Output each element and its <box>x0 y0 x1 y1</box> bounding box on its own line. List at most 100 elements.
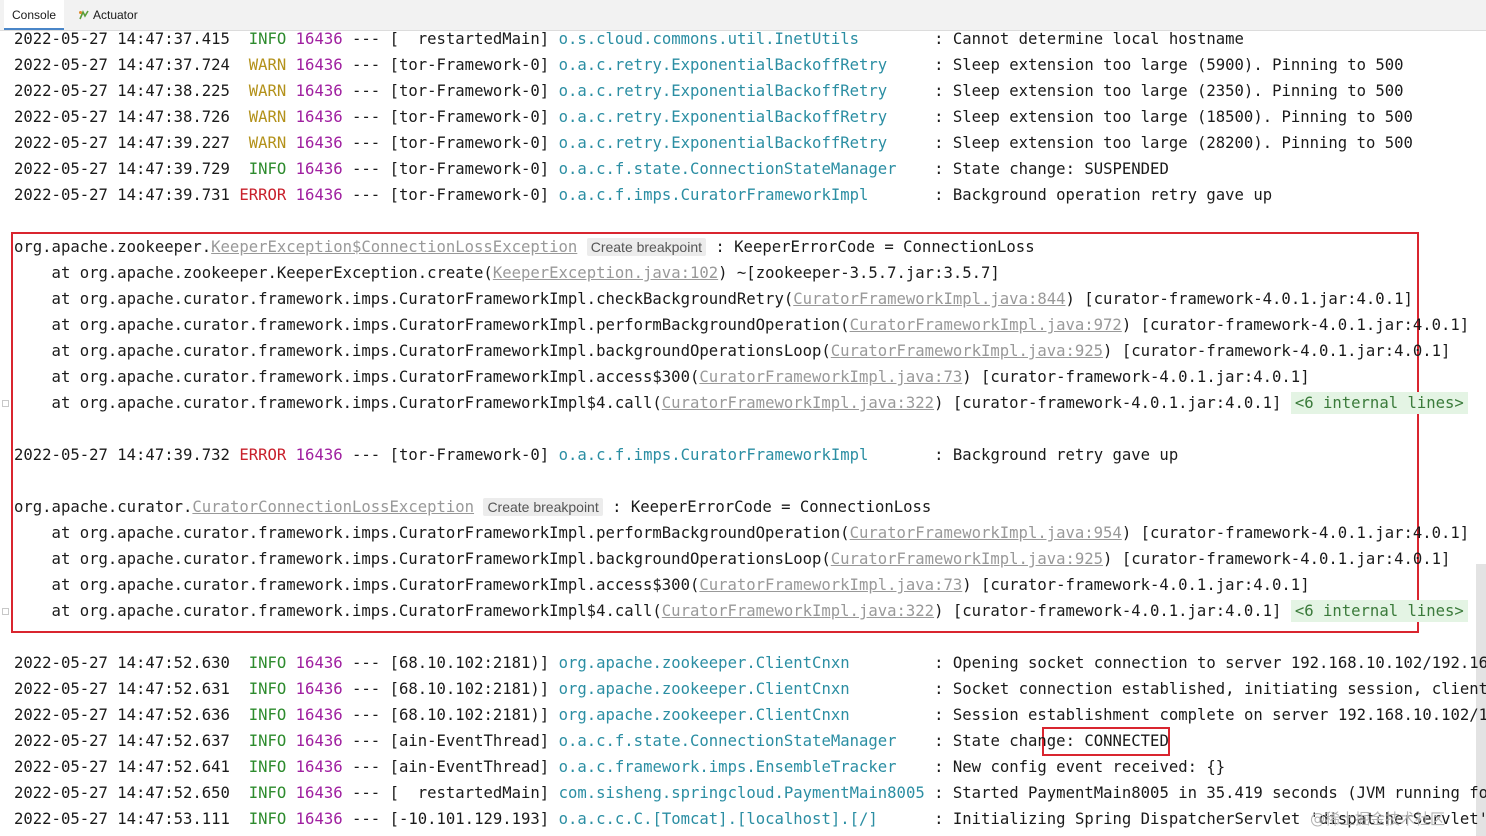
log-message: New config event received: {} <box>952 758 1226 776</box>
log-message: Sleep extension too large (18500). Pinni… <box>952 108 1413 126</box>
log-logger[interactable]: o.s.cloud.commons.util.InetUtils <box>559 30 859 48</box>
log-line: 2022-05-27 14:47:52.636 INFO 16436 --- [… <box>14 702 1486 728</box>
log-line: 2022-05-27 14:47:39.732 ERROR 16436 --- … <box>14 446 1179 464</box>
stack-frame-source-link[interactable]: CuratorFrameworkImpl.java:925 <box>831 342 1103 360</box>
log-logger[interactable]: org.apache.zookeeper.ClientCnxn <box>559 680 850 698</box>
log-thread: [tor-Framework-0] <box>389 186 550 204</box>
log-separator: --- <box>352 30 381 48</box>
log-logger[interactable]: o.a.c.f.imps.CuratorFrameworkImpl <box>559 186 869 204</box>
exception-class-link[interactable]: KeeperException$ConnectionLossException <box>211 238 577 256</box>
stack-frame-method: at org.apache.curator.framework.imps.Cur… <box>14 290 794 308</box>
log-logger[interactable]: o.a.c.f.state.ConnectionStateManager <box>559 732 897 750</box>
log-message: Started PaymentMain8005 in 35.419 second… <box>952 784 1486 802</box>
stack-frame-source-link[interactable]: CuratorFrameworkImpl.java:322 <box>662 602 934 620</box>
stack-frame-jar: ) [curator-framework-4.0.1.jar:4.0.1] <box>962 576 1310 594</box>
log-pid: 16436 <box>295 82 343 100</box>
stack-frame: at org.apache.curator.framework.imps.Cur… <box>14 286 1413 312</box>
tab-actuator-label: Actuator <box>93 8 138 22</box>
internal-lines-toggle[interactable]: <6 internal lines> <box>1290 392 1468 414</box>
internal-lines-toggle[interactable]: <6 internal lines> <box>1290 600 1468 622</box>
stack-frame-jar: ) [curator-framework-4.0.1.jar:4.0.1] <box>1103 550 1451 568</box>
log-message: Background retry gave up <box>952 446 1179 464</box>
stack-frame-source-link[interactable]: CuratorFrameworkImpl.java:73 <box>699 368 962 386</box>
stack-frame: at org.apache.curator.framework.imps.Cur… <box>14 572 1310 598</box>
log-logger[interactable]: org.apache.zookeeper.ClientCnxn <box>559 706 850 724</box>
log-separator: --- <box>352 706 381 724</box>
log-thread: [ restartedMain] <box>389 30 550 48</box>
log-line: 2022-05-27 14:47:39.729 INFO 16436 --- [… <box>14 160 1169 178</box>
log-logger[interactable]: o.a.c.retry.ExponentialBackoffRetry <box>559 108 888 126</box>
stack-frame-jar: ) [curator-framework-4.0.1.jar:4.0.1] <box>1121 524 1470 542</box>
log-timestamp: 2022-05-27 14:47:52.641 <box>14 758 230 776</box>
stack-frame: at org.apache.curator.framework.imps.Cur… <box>14 546 1451 572</box>
log-thread: [ restartedMain] <box>389 784 550 802</box>
stack-frame-jar: ) ~[zookeeper-3.5.7.jar:3.5.7] <box>718 264 1000 282</box>
stack-frame-jar: ) [curator-framework-4.0.1.jar:4.0.1] <box>1103 342 1451 360</box>
stack-frame-source-link[interactable]: CuratorFrameworkImpl.java:954 <box>850 524 1122 542</box>
log-message: Session establishment complete on server… <box>952 706 1486 724</box>
log-logger[interactable]: o.a.c.retry.ExponentialBackoffRetry <box>559 56 888 74</box>
log-logger[interactable]: o.a.c.retry.ExponentialBackoffRetry <box>559 134 888 152</box>
log-line: 2022-05-27 14:47:37.415 INFO 16436 --- [… <box>14 30 1244 48</box>
fold-marker[interactable] <box>2 608 9 615</box>
log-line: 2022-05-27 14:47:37.724 WARN 16436 --- [… <box>14 56 1404 74</box>
log-message: State change: CONNECTED <box>952 732 1169 750</box>
stack-frame-method: at org.apache.curator.framework.imps.Cur… <box>14 394 662 412</box>
stack-frame-source-link[interactable]: KeeperException.java:102 <box>493 264 718 282</box>
log-thread: [ain-EventThread] <box>389 732 550 750</box>
exception-package: org.apache.zookeeper. <box>14 238 212 256</box>
log-separator: --- <box>352 446 381 464</box>
log-line: 2022-05-27 14:47:39.731 ERROR 16436 --- … <box>14 186 1273 204</box>
log-level: INFO <box>248 758 287 776</box>
log-logger[interactable]: o.a.c.framework.imps.EnsembleTracker <box>559 758 897 776</box>
stack-frame-source-link[interactable]: CuratorFrameworkImpl.java:972 <box>850 316 1122 334</box>
log-separator: --- <box>352 654 381 672</box>
log-thread: [tor-Framework-0] <box>389 56 550 74</box>
log-timestamp: 2022-05-27 14:47:52.630 <box>14 654 230 672</box>
log-timestamp: 2022-05-27 14:47:38.726 <box>14 108 230 126</box>
log-line: 2022-05-27 14:47:52.637 INFO 16436 --- [… <box>14 732 1169 750</box>
stack-frame-source-link[interactable]: CuratorFrameworkImpl.java:925 <box>831 550 1103 568</box>
stack-frame: at org.apache.zookeeper.KeeperException.… <box>14 260 1000 286</box>
console-output[interactable]: 2022-05-27 14:47:37.415 INFO 16436 --- [… <box>0 30 1486 836</box>
log-thread: [ain-EventThread] <box>389 758 550 776</box>
log-timestamp: 2022-05-27 14:47:37.724 <box>14 56 230 74</box>
log-level: INFO <box>248 160 287 178</box>
log-timestamp: 2022-05-27 14:47:53.111 <box>14 810 230 828</box>
log-timestamp: 2022-05-27 14:47:52.650 <box>14 784 230 802</box>
stack-frame-jar: ) [curator-framework-4.0.1.jar:4.0.1] <box>1121 316 1470 334</box>
log-thread: [68.10.102:2181)] <box>389 654 550 672</box>
stack-frame: at org.apache.curator.framework.imps.Cur… <box>14 598 1468 624</box>
log-logger[interactable]: o.a.c.retry.ExponentialBackoffRetry <box>559 82 888 100</box>
exception-class-link[interactable]: CuratorConnectionLossException <box>192 498 474 516</box>
stack-frame-method: at org.apache.curator.framework.imps.Cur… <box>14 368 700 386</box>
stack-frame-method: at org.apache.curator.framework.imps.Cur… <box>14 316 850 334</box>
create-breakpoint-button[interactable]: Create breakpoint <box>483 498 603 516</box>
log-line: 2022-05-27 14:47:52.630 INFO 16436 --- [… <box>14 650 1486 676</box>
log-message: Opening socket connection to server 192.… <box>952 654 1486 672</box>
stack-frame-source-link[interactable]: CuratorFrameworkImpl.java:322 <box>662 394 934 412</box>
log-level: INFO <box>248 30 287 48</box>
log-pid: 16436 <box>295 732 343 750</box>
log-timestamp: 2022-05-27 14:47:39.731 <box>14 186 230 204</box>
stack-frame-jar: ) [curator-framework-4.0.1.jar:4.0.1] <box>962 368 1310 386</box>
log-line: 2022-05-27 14:47:53.111 INFO 16436 --- [… <box>14 806 1486 832</box>
tab-console[interactable]: Console <box>4 0 65 30</box>
log-logger[interactable]: o.a.c.f.state.ConnectionStateManager <box>559 160 897 178</box>
log-timestamp: 2022-05-27 14:47:39.732 <box>14 446 230 464</box>
stack-frame-source-link[interactable]: CuratorFrameworkImpl.java:844 <box>793 290 1065 308</box>
log-thread: [tor-Framework-0] <box>389 446 550 464</box>
log-pid: 16436 <box>295 186 343 204</box>
log-logger[interactable]: o.a.c.c.C.[Tomcat].[localhost].[/] <box>559 810 878 828</box>
log-separator: --- <box>352 784 381 802</box>
fold-marker[interactable] <box>2 400 9 407</box>
tab-actuator[interactable]: Actuator <box>70 0 146 30</box>
log-timestamp: 2022-05-27 14:47:52.637 <box>14 732 230 750</box>
log-logger[interactable]: o.a.c.f.imps.CuratorFrameworkImpl <box>559 446 869 464</box>
log-logger[interactable]: com.sisheng.springcloud.PaymentMain8005 <box>559 784 925 802</box>
log-separator: --- <box>352 82 381 100</box>
log-pid: 16436 <box>295 810 343 828</box>
create-breakpoint-button[interactable]: Create breakpoint <box>586 238 706 256</box>
log-logger[interactable]: org.apache.zookeeper.ClientCnxn <box>559 654 850 672</box>
stack-frame-source-link[interactable]: CuratorFrameworkImpl.java:73 <box>699 576 962 594</box>
